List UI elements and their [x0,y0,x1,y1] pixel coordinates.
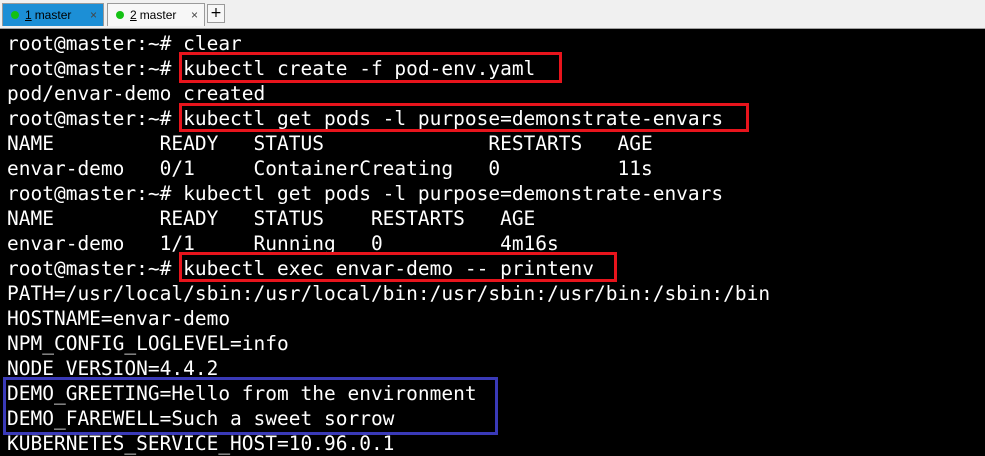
terminal-line: NAME READY STATUS RESTARTS AGE [7,207,536,230]
terminal-line: pod/envar-demo created [7,82,266,105]
tab-master-2[interactable]: 2 master × [107,3,205,26]
terminal-output[interactable]: root@master:~# clear root@master:~# kube… [0,31,985,456]
tab-number: 2 [130,8,137,22]
connected-status-icon [11,11,19,19]
terminal-line: KUBERNETES_SERVICE_HOST=10.96.0.1 [7,432,395,455]
terminal-line: NODE_VERSION=4.4.2 [7,357,219,380]
terminal-line: DEMO_GREETING=Hello from the environment [7,382,477,405]
tab-label: master [139,8,177,22]
terminal-line: NPM_CONFIG_LOGLEVEL=info [7,332,289,355]
terminal-line: PATH=/usr/local/sbin:/usr/local/bin:/usr… [7,282,771,305]
new-tab-button[interactable]: + [207,4,225,23]
terminal-line: envar-demo 0/1 ContainerCreating 0 11s [7,157,653,180]
terminal-line: root@master:~# clear [7,32,242,55]
terminal-line: root@master:~# kubectl exec envar-demo -… [7,257,594,280]
terminal-line: DEMO_FAREWELL=Such a sweet sorrow [7,407,395,430]
close-icon[interactable]: × [90,9,97,21]
terminal-line: NAME READY STATUS RESTARTS AGE [7,132,653,155]
terminal-line: envar-demo 1/1 Running 0 4m16s [7,232,559,255]
terminal-line: root@master:~# kubectl get pods -l purpo… [7,107,724,130]
connected-status-icon [116,11,124,19]
terminal-line: HOSTNAME=envar-demo [7,307,231,330]
terminal-line: root@master:~# kubectl get pods -l purpo… [7,182,724,205]
tab-master-1[interactable]: 1 master × [2,3,104,26]
tab-label: master [34,8,72,22]
close-icon[interactable]: × [191,9,198,21]
tab-number: 1 [25,8,32,22]
tab-bar: 1 master × 2 master × + [0,0,985,29]
terminal-window: 1 master × 2 master × + root@master:~# c… [0,0,985,456]
terminal-line: root@master:~# kubectl create -f pod-env… [7,57,536,80]
